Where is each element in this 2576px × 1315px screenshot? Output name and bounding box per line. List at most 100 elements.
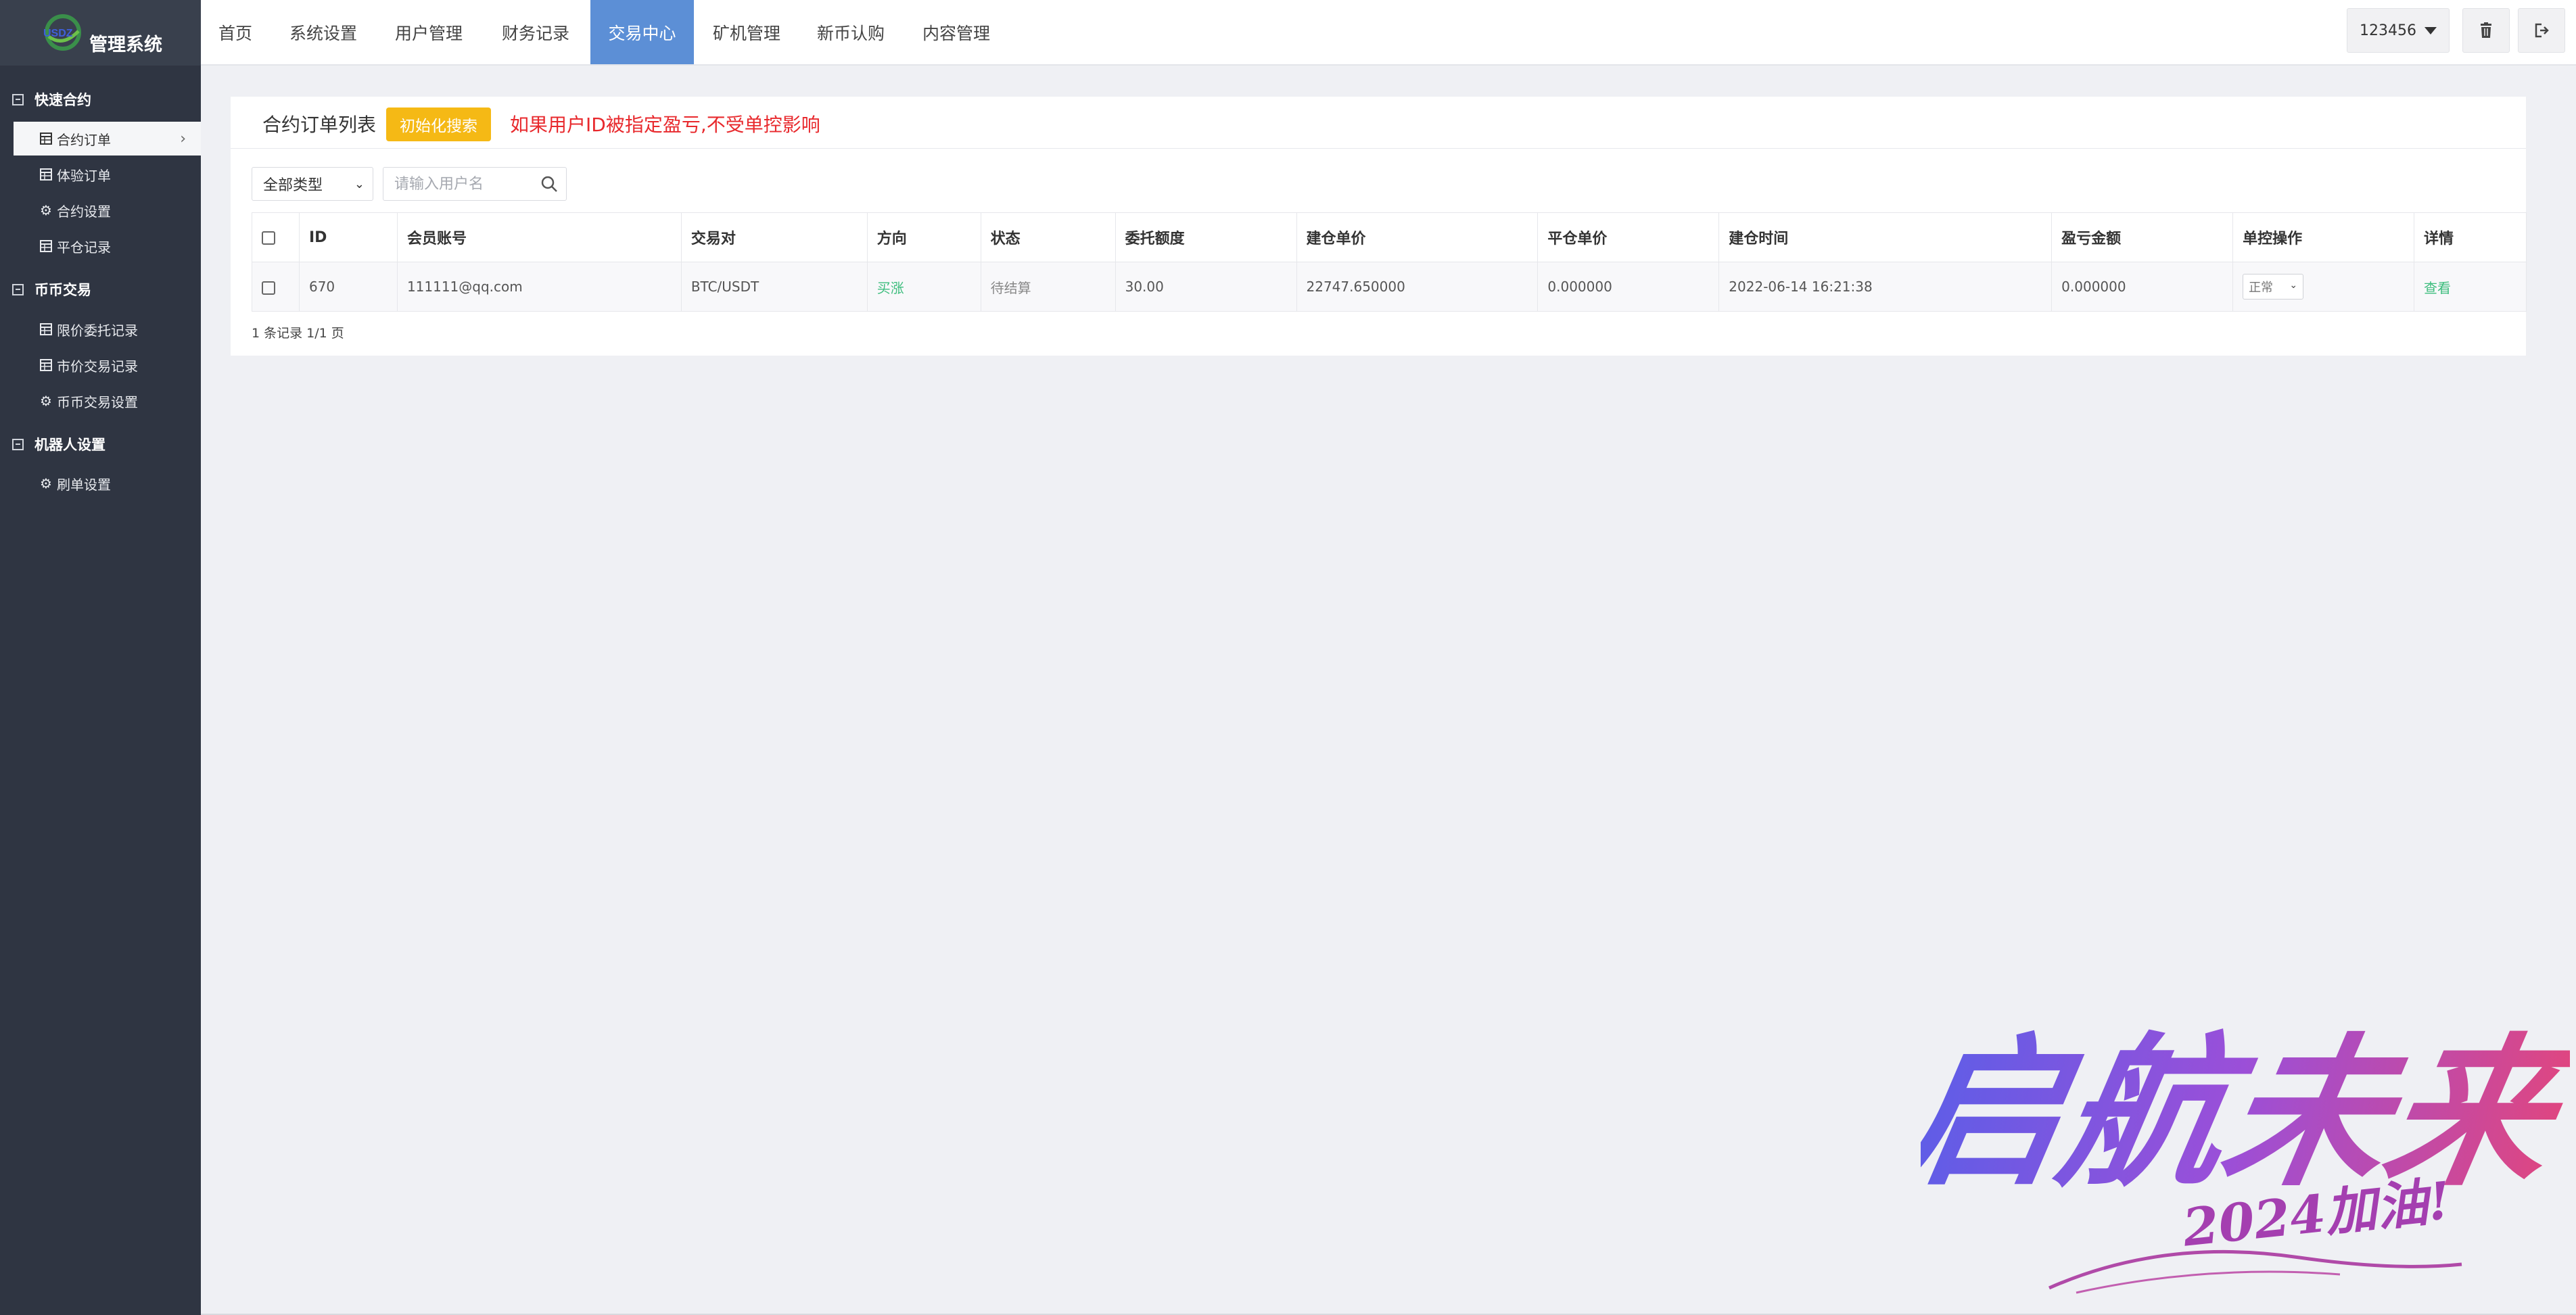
sidebar-group-spot-trading[interactable]: 币币交易 [12, 279, 91, 300]
view-detail-link[interactable]: 查看 [2413, 262, 2527, 312]
search-icon[interactable] [540, 175, 558, 193]
col-header: 交易对 [680, 212, 868, 262]
cell-direction: 买涨 [866, 262, 981, 312]
logo-wordmark: USDZ [43, 28, 73, 39]
sidebar-item-label: 限价委托记录 [57, 322, 138, 339]
logout-icon [2535, 23, 2549, 38]
control-select[interactable]: 正常 ⌄ [2243, 274, 2304, 300]
table-icon [39, 132, 53, 145]
gear-icon: ⚙ [40, 475, 52, 492]
col-header: 单控操作 [2232, 212, 2414, 262]
chevron-down-icon: ⌄ [2289, 280, 2298, 291]
sidebar-item-limit-orders[interactable]: 限价委托记录 [14, 312, 201, 346]
trash-icon [2481, 22, 2491, 38]
notice-text: 如果用户ID被指定盈亏,不受单控影响 [510, 114, 820, 136]
sidebar-item-label: 刷单设置 [57, 476, 111, 493]
collapse-icon [12, 283, 24, 295]
logo-area: USDZ 管理系统 [0, 0, 201, 66]
type-filter-select[interactable]: 全部类型 ⌄ [252, 167, 373, 201]
sidebar-group-quick-contract[interactable]: 快速合约 [12, 89, 91, 110]
nav-miner-management[interactable]: 矿机管理 [707, 0, 786, 64]
collapse-icon [12, 93, 24, 105]
nav-system-settings[interactable]: 系统设置 [284, 0, 362, 64]
table-icon [39, 322, 53, 336]
control-value: 正常 [2249, 281, 2274, 295]
reset-search-button[interactable]: 初始化搜索 [386, 107, 491, 141]
page-title: 合约订单列表 [262, 114, 377, 136]
caret-down-icon [2424, 26, 2437, 34]
col-header: 建仓时间 [1718, 212, 2053, 262]
gear-icon: ⚙ [40, 202, 52, 218]
col-header: 建仓单价 [1296, 212, 1539, 262]
clear-cache-button[interactable] [2462, 8, 2510, 53]
sidebar-item-spot-settings[interactable]: ⚙ 币币交易设置 [14, 384, 201, 418]
nav-content-management[interactable]: 内容管理 [917, 0, 996, 64]
nav-finance-records[interactable]: 财务记录 [496, 0, 575, 64]
table-icon [39, 168, 53, 181]
sidebar-item-label: 平仓记录 [57, 239, 111, 256]
sidebar-item-trial-orders[interactable]: 体验订单 [14, 158, 201, 191]
card-header: 合约订单列表 初始化搜索 如果用户ID被指定盈亏,不受单控影响 [231, 97, 2526, 149]
cell-account: 111111@qq.com [396, 262, 682, 312]
nav-new-coin-subscription[interactable]: 新币认购 [812, 0, 890, 64]
table-icon [39, 358, 53, 372]
nav-user-management[interactable]: 用户管理 [390, 0, 468, 64]
cell-amount: 30.00 [1115, 262, 1297, 312]
col-header: ID [298, 212, 398, 262]
col-header: 平仓单价 [1537, 212, 1720, 262]
collapse-icon [12, 438, 24, 450]
select-all-cell [252, 212, 300, 262]
watermark-graphic: 启航未来 2024加油! [1921, 1018, 2570, 1294]
nav-home[interactable]: 首页 [212, 0, 258, 64]
sidebar-item-brush-settings[interactable]: ⚙ 刷单设置 [14, 467, 201, 500]
sidebar-group-robot-settings[interactable]: 机器人设置 [12, 434, 106, 454]
cell-close-price: 0.000000 [1537, 262, 1720, 312]
cell-id: 670 [298, 262, 398, 312]
contract-orders-card: 合约订单列表 初始化搜索 如果用户ID被指定盈亏,不受单控影响 全部类型 ⌄ I… [231, 97, 2527, 356]
logo-icon: USDZ [43, 14, 81, 51]
table-header-row: ID 会员账号 交易对 方向 状态 委托额度 建仓单价 平仓单价 建仓时间 盈亏… [252, 212, 2527, 262]
col-header: 方向 [866, 212, 981, 262]
sidebar-item-label: 体验订单 [57, 167, 111, 184]
sidebar-item-contract-settings[interactable]: ⚙ 合约设置 [14, 193, 201, 227]
row-checkbox[interactable] [262, 281, 275, 295]
cell-control: 正常 ⌄ [2232, 262, 2414, 312]
sidebar-item-contract-orders[interactable]: 合约订单 › [14, 122, 201, 156]
col-header: 状态 [980, 212, 1116, 262]
sidebar-item-market-trades[interactable]: 市价交易记录 [14, 348, 201, 382]
table-icon [39, 239, 53, 253]
username: 123456 [2360, 22, 2416, 39]
gear-icon: ⚙ [40, 393, 52, 409]
sidebar-item-label: 合约设置 [57, 203, 111, 220]
sidebar-group-label: 币币交易 [34, 282, 91, 298]
nav-trading-center[interactable]: 交易中心 [590, 0, 694, 64]
col-header: 盈亏金额 [2051, 212, 2234, 262]
username-search [383, 167, 567, 201]
cell-open-price: 22747.650000 [1296, 262, 1539, 312]
sidebar-group-label: 机器人设置 [34, 437, 106, 453]
watermark-title: 启航未来 [1921, 1018, 2570, 1209]
chevron-right-icon: › [180, 130, 186, 147]
col-header: 详情 [2413, 212, 2527, 262]
app-title: 管理系统 [89, 34, 162, 55]
cell-status: 待结算 [980, 262, 1116, 312]
search-input[interactable] [383, 168, 531, 200]
orders-table: ID 会员账号 交易对 方向 状态 委托额度 建仓单价 平仓单价 建仓时间 盈亏… [252, 212, 2527, 312]
user-dropdown[interactable]: 123456 [2347, 8, 2450, 53]
col-header: 委托额度 [1115, 212, 1297, 262]
cell-open-time: 2022-06-14 16:21:38 [1718, 262, 2053, 312]
cell-profit: 0.000000 [2051, 262, 2234, 312]
top-navbar: 首页 系统设置 用户管理 财务记录 交易中心 矿机管理 新币认购 内容管理 12… [201, 0, 2576, 66]
sidebar-group-label: 快速合约 [34, 92, 91, 108]
sidebar-item-close-records[interactable]: 平仓记录 [14, 229, 201, 263]
sidebar: USDZ 管理系统 快速合约 合约订单 › 体验订单 ⚙ 合约设置 平仓记录 币… [0, 0, 201, 1315]
logout-button[interactable] [2518, 8, 2565, 53]
table-row: 670 111111@qq.com BTC/USDT 买涨 待结算 30.00 … [252, 262, 2527, 312]
sidebar-item-label: 市价交易记录 [57, 358, 138, 375]
cell-pair: BTC/USDT [680, 262, 868, 312]
type-filter-value: 全部类型 [263, 177, 323, 194]
pagination-info: 1 条记录 1/1 页 [252, 326, 344, 341]
col-header: 会员账号 [396, 212, 682, 262]
chevron-down-icon: ⌄ [354, 177, 365, 191]
select-all-checkbox[interactable] [262, 231, 275, 245]
